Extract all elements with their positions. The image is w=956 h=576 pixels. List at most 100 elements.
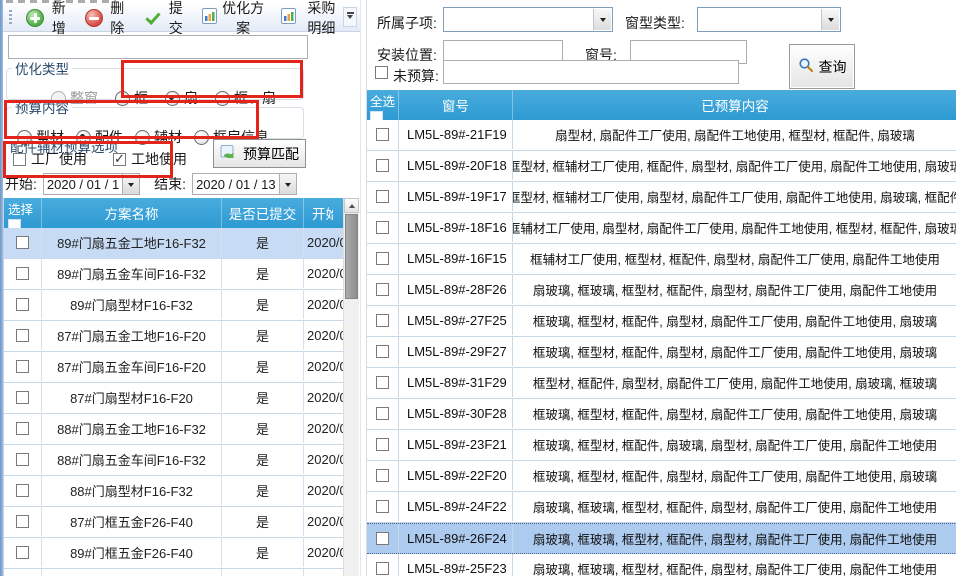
table-row[interactable]: 87#门扇型材F16-F20是2020/0 <box>4 383 344 414</box>
row-checkbox[interactable] <box>376 252 389 265</box>
table-row[interactable]: LM5L-89#-18F16框辅材工厂使用, 扇型材, 扇配件工厂使用, 扇配件… <box>367 213 956 244</box>
row-checkbox[interactable] <box>376 407 389 420</box>
table-row[interactable]: 88#门框五金F21-F40是2020/0 <box>4 569 344 576</box>
table-row[interactable]: LM5L-89#-27F25框玻璃, 框型材, 框配件, 扇型材, 扇配件工厂使… <box>367 306 956 337</box>
table-row[interactable]: 87#门扇五金车间F16-F20是2020/0 <box>4 352 344 383</box>
select-all-checkbox[interactable] <box>370 111 383 120</box>
row-checkbox[interactable] <box>16 422 29 435</box>
row-checkbox[interactable] <box>376 283 389 296</box>
row-checkbox[interactable] <box>376 469 389 482</box>
start-date-cell: 2020/0 <box>303 538 344 567</box>
row-select-cell <box>367 275 398 304</box>
window-no-cell: LM5L-89#-25F23 <box>398 554 512 576</box>
plan-name-column-header[interactable]: 方案名称 <box>41 198 221 228</box>
plan-filter-input[interactable] <box>8 35 308 59</box>
row-checkbox[interactable] <box>16 391 29 404</box>
row-checkbox[interactable] <box>16 360 29 373</box>
window-no-cell: LM5L-89#-31F29 <box>398 368 512 397</box>
sub-item-dropdown-button[interactable] <box>593 9 611 30</box>
row-checkbox[interactable] <box>376 500 389 513</box>
budgeted-content-column-header[interactable]: 已预算内容 <box>512 90 956 120</box>
row-checkbox[interactable] <box>376 221 389 234</box>
row-select-cell <box>367 244 398 273</box>
row-checkbox[interactable] <box>16 453 29 466</box>
toolbar-grip[interactable] <box>9 10 12 26</box>
row-checkbox[interactable] <box>16 515 29 528</box>
row-select-cell <box>4 259 41 288</box>
row-checkbox[interactable] <box>376 562 389 575</box>
table-row[interactable]: 88#门扇五金工地F16-F32是2020/0 <box>4 414 344 445</box>
window-type-dropdown[interactable] <box>697 7 841 32</box>
start-date-cell: 2020/0 <box>303 352 344 381</box>
plan-name-cell: 88#门扇五金工地F16-F32 <box>41 414 221 443</box>
row-checkbox[interactable] <box>376 532 389 545</box>
table-row[interactable]: LM5L-89#-16F15框辅材工厂使用, 框型材, 框配件, 扇型材, 扇配… <box>367 244 956 275</box>
budget-match-button[interactable]: 预算匹配 <box>213 139 306 168</box>
table-row[interactable]: 88#门扇五金车间F16-F32是2020/0 <box>4 445 344 476</box>
plan-name-cell: 88#门框五金F21-F40 <box>41 569 221 576</box>
row-select-cell <box>4 445 41 474</box>
radio-budget-content-2[interactable]: 辅材 <box>135 127 182 147</box>
select-all-checkbox[interactable] <box>8 219 21 228</box>
table-row[interactable]: LM5L-89#-22F20框玻璃, 框型材, 框配件, 扇型材, 扇配件工厂使… <box>367 461 956 492</box>
row-checkbox[interactable] <box>376 159 389 172</box>
end-date-picker[interactable]: 2020 / 01 / 13 <box>192 173 297 195</box>
row-checkbox[interactable] <box>376 438 389 451</box>
window-no-cell: LM5L-89#-16F15 <box>398 244 512 273</box>
table-row[interactable]: LM5L-89#-20F18框型材, 框辅材工厂使用, 框配件, 扇型材, 扇配… <box>367 151 956 182</box>
table-row[interactable]: LM5L-89#-31F29框型材, 框配件, 扇型材, 扇配件工厂使用, 扇配… <box>367 368 956 399</box>
sub-item-dropdown[interactable] <box>443 7 613 32</box>
no-budget-input[interactable] <box>443 60 739 84</box>
row-checkbox[interactable] <box>16 329 29 342</box>
table-row[interactable]: LM5L-89#-26F24扇玻璃, 框玻璃, 框型材, 框配件, 扇型材, 扇… <box>367 523 956 554</box>
table-row[interactable]: 88#门扇型材F16-F32是2020/0 <box>4 476 344 507</box>
checkbox-usage-0[interactable]: 工厂使用 <box>13 149 87 169</box>
table-row[interactable]: LM5L-89#-24F22扇玻璃, 框玻璃, 框型材, 框配件, 扇型材, 扇… <box>367 492 956 523</box>
row-select-cell <box>4 538 41 567</box>
window-no-column-header[interactable]: 窗号 <box>398 90 512 120</box>
no-budget-checkbox[interactable] <box>375 66 388 79</box>
scroll-up-button[interactable] <box>344 198 359 213</box>
row-checkbox[interactable] <box>376 190 389 203</box>
row-checkbox[interactable] <box>16 267 29 280</box>
toolbar-overflow-button[interactable] <box>343 7 357 27</box>
plan-table-scrollbar[interactable] <box>343 198 359 576</box>
row-checkbox[interactable] <box>376 128 389 141</box>
row-checkbox[interactable] <box>16 236 29 249</box>
window-type-dropdown-button[interactable] <box>821 9 839 30</box>
table-row[interactable]: 89#门框五金F26-F40是2020/0 <box>4 538 344 569</box>
start-column-header[interactable]: 开始 <box>303 198 333 228</box>
table-row[interactable]: LM5L-89#-23F21框玻璃, 框型材, 框配件, 扇玻璃, 扇型材, 扇… <box>367 430 956 461</box>
table-row[interactable]: 87#门框五金F26-F40是2020/0 <box>4 507 344 538</box>
submitted-column-header[interactable]: 是否已提交 <box>221 198 303 228</box>
start-date-cell: 2020/0 <box>303 507 344 536</box>
table-row[interactable]: 87#门扇五金工地F16-F20是2020/0 <box>4 321 344 352</box>
table-row[interactable]: LM5L-89#-19F17框型材, 框辅材工厂使用, 扇型材, 扇配件工厂使用… <box>367 182 956 213</box>
table-row[interactable]: LM5L-89#-21F19扇型材, 扇配件工厂使用, 扇配件工地使用, 框型材… <box>367 120 956 151</box>
scrollbar-thumb[interactable] <box>345 214 358 299</box>
table-row[interactable]: 89#门扇五金车间F16-F32是2020/0 <box>4 259 344 290</box>
row-checkbox[interactable] <box>16 484 29 497</box>
table-row[interactable]: 89#门扇五金工地F16-F32是2020/0 <box>4 228 344 259</box>
table-row[interactable]: LM5L-89#-25F23扇玻璃, 框玻璃, 框型材, 框配件, 扇型材, 扇… <box>367 554 956 576</box>
start-date-picker[interactable]: 2020 / 01 / 1 <box>43 173 140 195</box>
table-row[interactable]: LM5L-89#-29F27框玻璃, 框型材, 框配件, 扇型材, 扇配件工厂使… <box>367 337 956 368</box>
row-select-cell <box>367 430 398 459</box>
table-row[interactable]: LM5L-89#-28F26扇玻璃, 框玻璃, 框型材, 框配件, 扇型材, 扇… <box>367 275 956 306</box>
select-column-header: 选择 <box>4 198 41 228</box>
add-icon <box>26 9 44 27</box>
start-date-cell: 2020/0 <box>303 445 344 474</box>
row-checkbox[interactable] <box>376 345 389 358</box>
checkbox-usage-1[interactable]: 工地使用 <box>113 149 187 169</box>
plan-name-cell: 89#门扇五金车间F16-F32 <box>41 259 221 288</box>
row-checkbox[interactable] <box>16 298 29 311</box>
row-checkbox[interactable] <box>376 376 389 389</box>
query-button[interactable]: 查询 <box>789 44 855 89</box>
row-checkbox[interactable] <box>376 314 389 327</box>
budgeted-content-cell: 扇玻璃, 框玻璃, 框型材, 框配件, 扇型材, 扇配件工厂使用, 扇配件工地使… <box>512 492 956 521</box>
start-date-dropdown-button[interactable] <box>122 174 139 194</box>
row-checkbox[interactable] <box>16 546 29 559</box>
table-row[interactable]: LM5L-89#-30F28框玻璃, 框型材, 框配件, 扇型材, 扇配件工厂使… <box>367 399 956 430</box>
end-date-dropdown-button[interactable] <box>279 174 296 194</box>
table-row[interactable]: 89#门扇型材F16-F32是2020/0 <box>4 290 344 321</box>
